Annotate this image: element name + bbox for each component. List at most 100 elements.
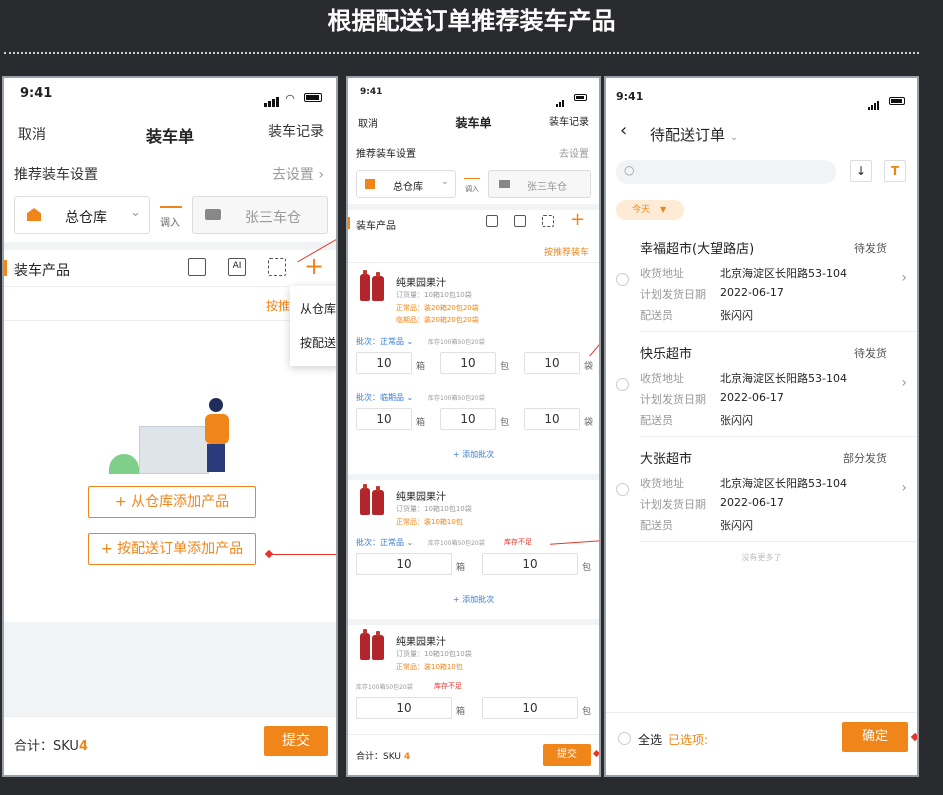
chip-label: 今天 [632, 205, 651, 215]
screen-loading-filled: 9:41 取消 装车单 装车记录 推荐装车设置 去设置 总仓库 ⌄ 调入 张三车… [346, 76, 601, 777]
ai-scan-icon[interactable]: AI [228, 258, 246, 276]
recommend-link[interactable]: 按推荐装车 [544, 245, 589, 258]
address-label: 收货地址 [640, 477, 684, 490]
warehouse-icon [365, 179, 375, 189]
sort-icon[interactable]: ↓ [850, 160, 872, 182]
box-shape [139, 426, 209, 474]
add-icon[interactable]: + [570, 209, 585, 230]
add-batch-button[interactable]: + 添加批次 [348, 594, 599, 605]
section-gap [4, 242, 336, 250]
qty-input[interactable]: 10 [356, 697, 452, 719]
qty-input[interactable]: 10 [356, 352, 412, 374]
qty-unit: 包 [582, 563, 592, 573]
person-head [209, 398, 223, 412]
order-qty: 订货量：10箱10包10袋 [396, 650, 472, 658]
go-settings-link[interactable]: 去设置 › [272, 164, 324, 184]
menu-item-by-delivery[interactable]: 按配送 [300, 334, 336, 351]
stock-info: 库存100箱50包20袋 [428, 339, 485, 346]
ai-scan-icon[interactable] [514, 215, 526, 227]
target-vehicle-select[interactable]: 张三车仓 [192, 196, 328, 234]
order-status: 部分发货 [843, 452, 887, 465]
batch-select[interactable]: 批次：临期品 ⌄ [356, 392, 413, 403]
select-radio[interactable] [616, 378, 629, 391]
date-filter-chip[interactable]: 今天 ▼ [616, 200, 684, 220]
qty-input[interactable]: 10 [440, 408, 496, 430]
qty-input[interactable]: 10 [482, 553, 578, 575]
go-settings-link[interactable]: 去设置 [559, 145, 589, 160]
store-name: 大张超市 [640, 452, 693, 467]
wifi-icon: ◠ [285, 92, 295, 105]
upload-icon[interactable] [486, 215, 498, 227]
signal-icon [867, 91, 880, 110]
courier-value: 张闪闪 [720, 309, 753, 322]
total-sku: 合计：SKU4 [14, 735, 88, 754]
vehicle-name: 张三车仓 [245, 210, 301, 226]
recommend-link[interactable]: 按推 [266, 297, 290, 314]
transfer-arrow-icon [160, 206, 182, 208]
qty-input[interactable]: 10 [524, 352, 580, 374]
select-all-radio[interactable] [618, 732, 631, 745]
qty-input[interactable]: 10 [356, 553, 452, 575]
scan-icon[interactable] [268, 258, 286, 276]
empty-illustration [109, 398, 244, 474]
battery-icon [574, 94, 587, 101]
product-image [372, 631, 384, 660]
courier-label: 配送员 [640, 519, 673, 532]
signal-icon [555, 88, 565, 107]
qty-input[interactable]: 10 [440, 352, 496, 374]
qty-input[interactable]: 10 [524, 408, 580, 430]
selected-count: 已选项: [668, 733, 709, 747]
add-from-warehouse-button[interactable]: + 从仓库添加产品 [88, 486, 256, 518]
upload-icon[interactable] [188, 258, 206, 276]
pointer-line [589, 340, 599, 357]
chevron-down-icon: ⌄ [130, 205, 141, 220]
search-input[interactable]: ○ [616, 160, 836, 184]
store-name: 快乐超市 [640, 347, 693, 362]
qty-input[interactable]: 10 [356, 408, 412, 430]
pointer-dot [592, 749, 599, 758]
scan-icon[interactable] [542, 215, 554, 227]
select-all-label[interactable]: 全选 [638, 731, 662, 748]
select-radio[interactable] [616, 273, 629, 286]
submit-button[interactable]: 提交 [543, 744, 591, 766]
qty-unit: 箱 [416, 418, 426, 428]
back-icon[interactable]: ‹ [620, 120, 627, 141]
filter-icon[interactable]: T [884, 160, 906, 182]
section-title: 装车产品 [356, 221, 396, 232]
signal-icon [264, 88, 280, 107]
row-divider [4, 286, 336, 287]
qty-input[interactable]: 10 [482, 697, 578, 719]
qty-unit: 箱 [456, 563, 466, 573]
loading-record-button[interactable]: 装车记录 [549, 113, 589, 128]
product-image [360, 484, 370, 515]
batch-label: 批次：正常品 [356, 538, 404, 547]
select-radio[interactable] [616, 483, 629, 496]
battery-icon [889, 96, 905, 105]
person-body [205, 414, 229, 444]
order-item[interactable]: 幸福超市(大望路店) 待发货 收货地址 北京海淀区长阳路53-104 计划发货日… [606, 228, 917, 332]
search-icon: ○ [624, 163, 635, 177]
stock-info: 库存100箱50包20袋 [356, 684, 413, 691]
settings-label: 推荐装车设置 [356, 149, 416, 160]
qty-unit: 包 [500, 418, 510, 428]
menu-item-from-warehouse[interactable]: 从仓库 [300, 300, 336, 317]
order-item[interactable]: 大张超市 部分发货 收货地址 北京海淀区长阳路53-104 计划发货日期 202… [606, 438, 917, 542]
stock-info: 库存100箱50包20袋 [428, 540, 485, 547]
batch-select[interactable]: 批次：正常品 ⌄ [356, 537, 413, 548]
warehouse-select[interactable]: 总仓库 ⌄ [14, 196, 150, 234]
submit-button[interactable]: 提交 [264, 726, 328, 756]
batch-select[interactable]: 批次：正常品 ⌄ [356, 336, 413, 347]
chevron-right-icon: › [313, 167, 324, 183]
warehouse-select[interactable]: 总仓库 ⌄ [356, 170, 456, 198]
warehouse-name: 总仓库 [65, 210, 107, 226]
target-vehicle-select[interactable]: 张三车仓 [488, 170, 591, 198]
vehicle-name: 张三车仓 [527, 182, 567, 193]
add-by-delivery-button[interactable]: + 按配送订单添加产品 [88, 533, 256, 565]
section-marker [4, 260, 7, 276]
expiring-qty: 临期品：装20箱20包20袋 [396, 316, 479, 324]
confirm-button[interactable]: 确定 [842, 722, 908, 752]
add-batch-button[interactable]: + 添加批次 [348, 449, 599, 460]
order-qty: 订货量：10箱10包10袋 [396, 291, 472, 299]
loading-record-button[interactable]: 装车记录 [268, 121, 324, 141]
order-item[interactable]: 快乐超市 待发货 收货地址 北京海淀区长阳路53-104 计划发货日期 2022… [606, 333, 917, 437]
